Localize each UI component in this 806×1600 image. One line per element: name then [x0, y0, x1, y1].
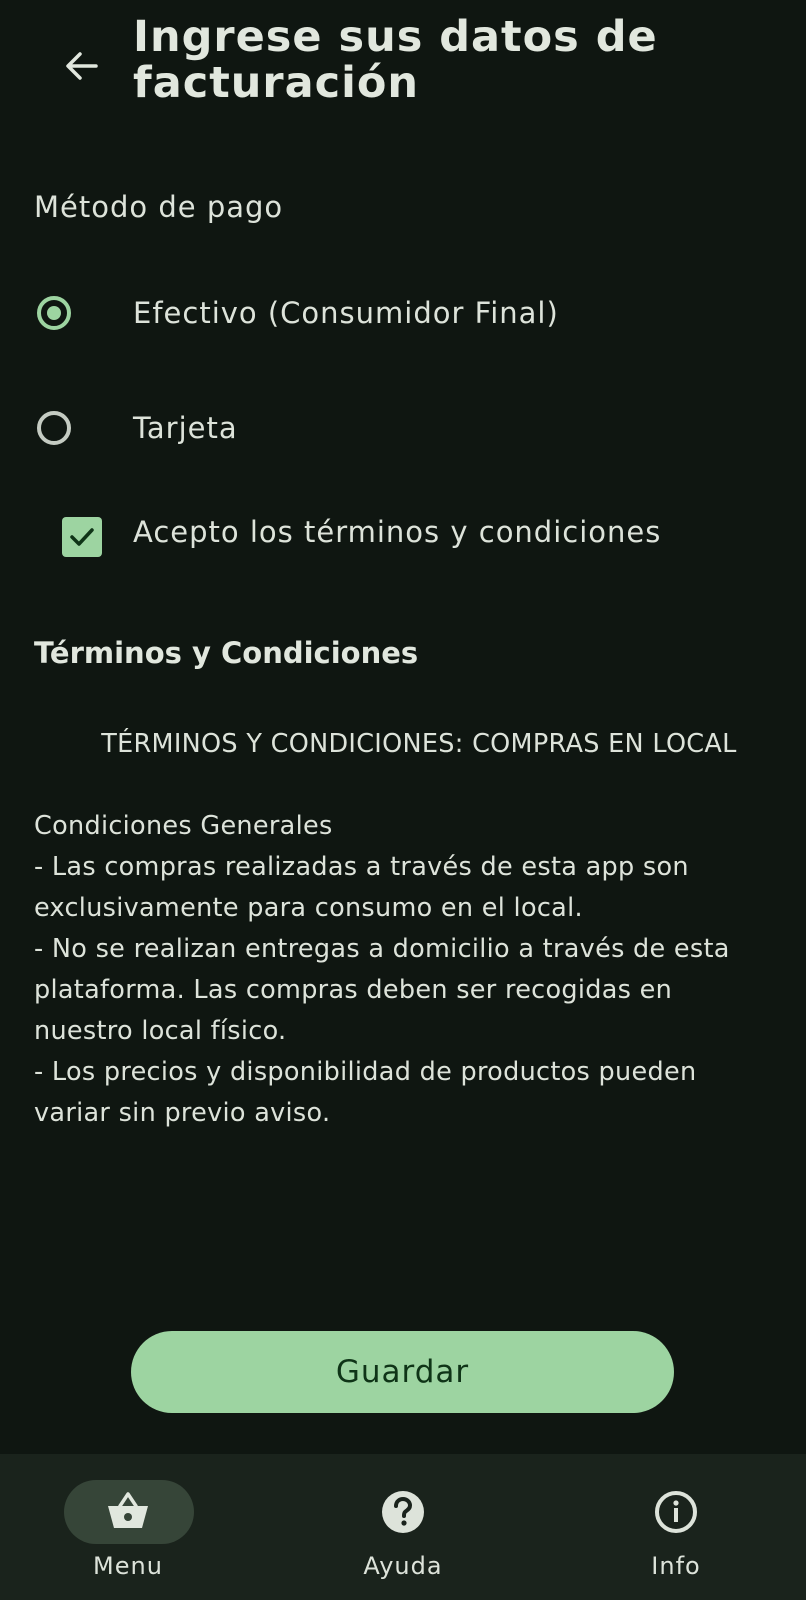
page-title: Ingrese sus datos de facturación	[133, 12, 658, 108]
arrow-back-icon	[64, 48, 100, 88]
checkbox-checked-icon[interactable]	[62, 517, 102, 557]
save-button[interactable]: Guardar	[131, 1331, 674, 1413]
terms-body: TÉRMINOS Y CONDICIONES: COMPRAS EN LOCAL…	[34, 729, 737, 1128]
radio-option-efectivo[interactable]: Efectivo (Consumidor Final)	[0, 273, 806, 353]
nav-item-ayuda[interactable]: Ayuda	[303, 1454, 503, 1600]
nav-label-ayuda: Ayuda	[363, 1552, 443, 1580]
basket-icon	[104, 1488, 152, 1536]
back-button[interactable]	[50, 36, 114, 100]
nav-label-menu: Menu	[93, 1552, 163, 1580]
radio-label-tarjeta: Tarjeta	[133, 411, 238, 445]
nav-label-info: Info	[651, 1552, 701, 1580]
bottom-nav: Menu Ayuda Info	[0, 1454, 806, 1600]
terms-title: Términos y Condiciones	[34, 636, 419, 670]
payment-method-label: Método de pago	[34, 190, 284, 224]
billing-screen: Ingrese sus datos de facturación Método …	[0, 0, 806, 1600]
info-icon	[652, 1488, 700, 1536]
nav-item-info[interactable]: Info	[576, 1454, 776, 1600]
nav-item-menu[interactable]: Menu	[28, 1454, 228, 1600]
radio-selected-icon[interactable]	[37, 296, 71, 330]
accept-terms-checkbox-row[interactable]: Acepto los términos y condiciones	[0, 497, 806, 577]
accept-terms-label: Acepto los términos y condiciones	[133, 515, 662, 549]
radio-unselected-icon[interactable]	[37, 411, 71, 445]
radio-option-tarjeta[interactable]: Tarjeta	[0, 388, 806, 468]
help-icon	[379, 1488, 427, 1536]
radio-label-efectivo: Efectivo (Consumidor Final)	[133, 296, 559, 330]
